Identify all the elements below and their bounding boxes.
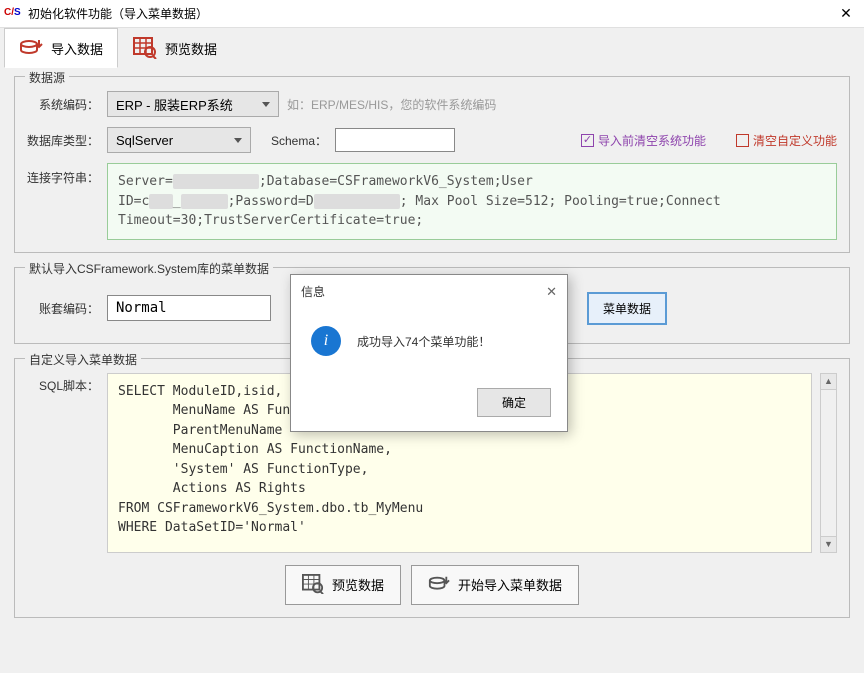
info-icon: i <box>311 326 341 356</box>
account-input[interactable] <box>107 295 271 321</box>
preview-data-button[interactable]: 预览数据 <box>285 565 401 605</box>
tab-preview-label: 预览数据 <box>165 39 217 58</box>
window-title: 初始化软件功能（导入菜单数据） <box>28 5 832 22</box>
chk-clear-custom[interactable]: 清空自定义功能 <box>736 132 837 149</box>
dbtype-label: 数据库类型： <box>27 132 99 149</box>
dialog-close-icon[interactable]: ✕ <box>546 284 557 300</box>
syscode-hint: 如：ERP/MES/HIS，您的软件系统编码 <box>287 96 496 113</box>
dialog-ok-label: 确定 <box>502 396 526 410</box>
fieldset-datasource: 数据源 系统编码： ERP - 服装ERP系统 如：ERP/MES/HIS，您的… <box>14 76 850 253</box>
schema-label: Schema： <box>271 132 327 149</box>
account-label: 账套编码： <box>27 300 99 317</box>
legend-default: 默认导入CSFramework.System库的菜单数据 <box>25 260 273 277</box>
chk-clear-custom-label: 清空自定义功能 <box>753 132 837 149</box>
import-menu-button-label: 菜单数据 <box>603 300 651 317</box>
preview-icon <box>133 37 157 59</box>
dialog-ok-button[interactable]: 确定 <box>477 388 551 417</box>
chk-clear-sys-label: 导入前清空系统功能 <box>598 132 706 149</box>
scroll-down-icon[interactable]: ▼ <box>820 536 837 553</box>
scroll-up-icon[interactable]: ▲ <box>820 373 837 390</box>
tab-import-label: 导入数据 <box>51 39 103 58</box>
info-dialog: 信息 ✕ i 成功导入74个菜单功能！ 确定 <box>290 274 568 432</box>
import-menu-button[interactable]: 菜单数据 <box>587 292 667 325</box>
syscode-value: ERP - 服装ERP系统 <box>116 95 233 114</box>
dbtype-combo[interactable]: SqlServer <box>107 127 251 153</box>
chk-clear-sys[interactable]: 导入前清空系统功能 <box>581 132 706 149</box>
tab-preview[interactable]: 预览数据 <box>118 28 232 68</box>
dialog-message: 成功导入74个菜单功能！ <box>357 333 490 350</box>
start-import-button[interactable]: 开始导入菜单数据 <box>411 565 579 605</box>
app-icon: C/S <box>4 7 22 21</box>
tabbar: 导入数据 预览数据 <box>0 28 864 68</box>
dbtype-value: SqlServer <box>116 133 173 148</box>
conn-label: 连接字符串： <box>27 163 99 186</box>
import-icon <box>428 574 450 596</box>
start-import-button-label: 开始导入菜单数据 <box>458 575 562 594</box>
titlebar: C/S 初始化软件功能（导入菜单数据） ✕ <box>0 0 864 28</box>
schema-input[interactable] <box>335 128 455 152</box>
tab-import[interactable]: 导入数据 <box>4 28 118 68</box>
syscode-label: 系统编码： <box>27 96 99 113</box>
preview-icon <box>302 574 324 596</box>
checkbox-checked-icon <box>581 134 594 147</box>
preview-data-button-label: 预览数据 <box>332 575 384 594</box>
sql-label: SQL脚本： <box>27 373 99 394</box>
dialog-title: 信息 <box>301 283 546 300</box>
import-icon <box>19 37 43 59</box>
conn-textarea[interactable]: Server=xxxxxxxxxxx;Database=CSFrameworkV… <box>107 163 837 240</box>
scrollbar-track[interactable] <box>820 390 837 536</box>
syscode-combo[interactable]: ERP - 服装ERP系统 <box>107 91 279 117</box>
close-icon[interactable]: ✕ <box>832 5 860 22</box>
legend-datasource: 数据源 <box>25 69 69 86</box>
legend-custom: 自定义导入菜单数据 <box>25 351 141 368</box>
checkbox-unchecked-icon <box>736 134 749 147</box>
